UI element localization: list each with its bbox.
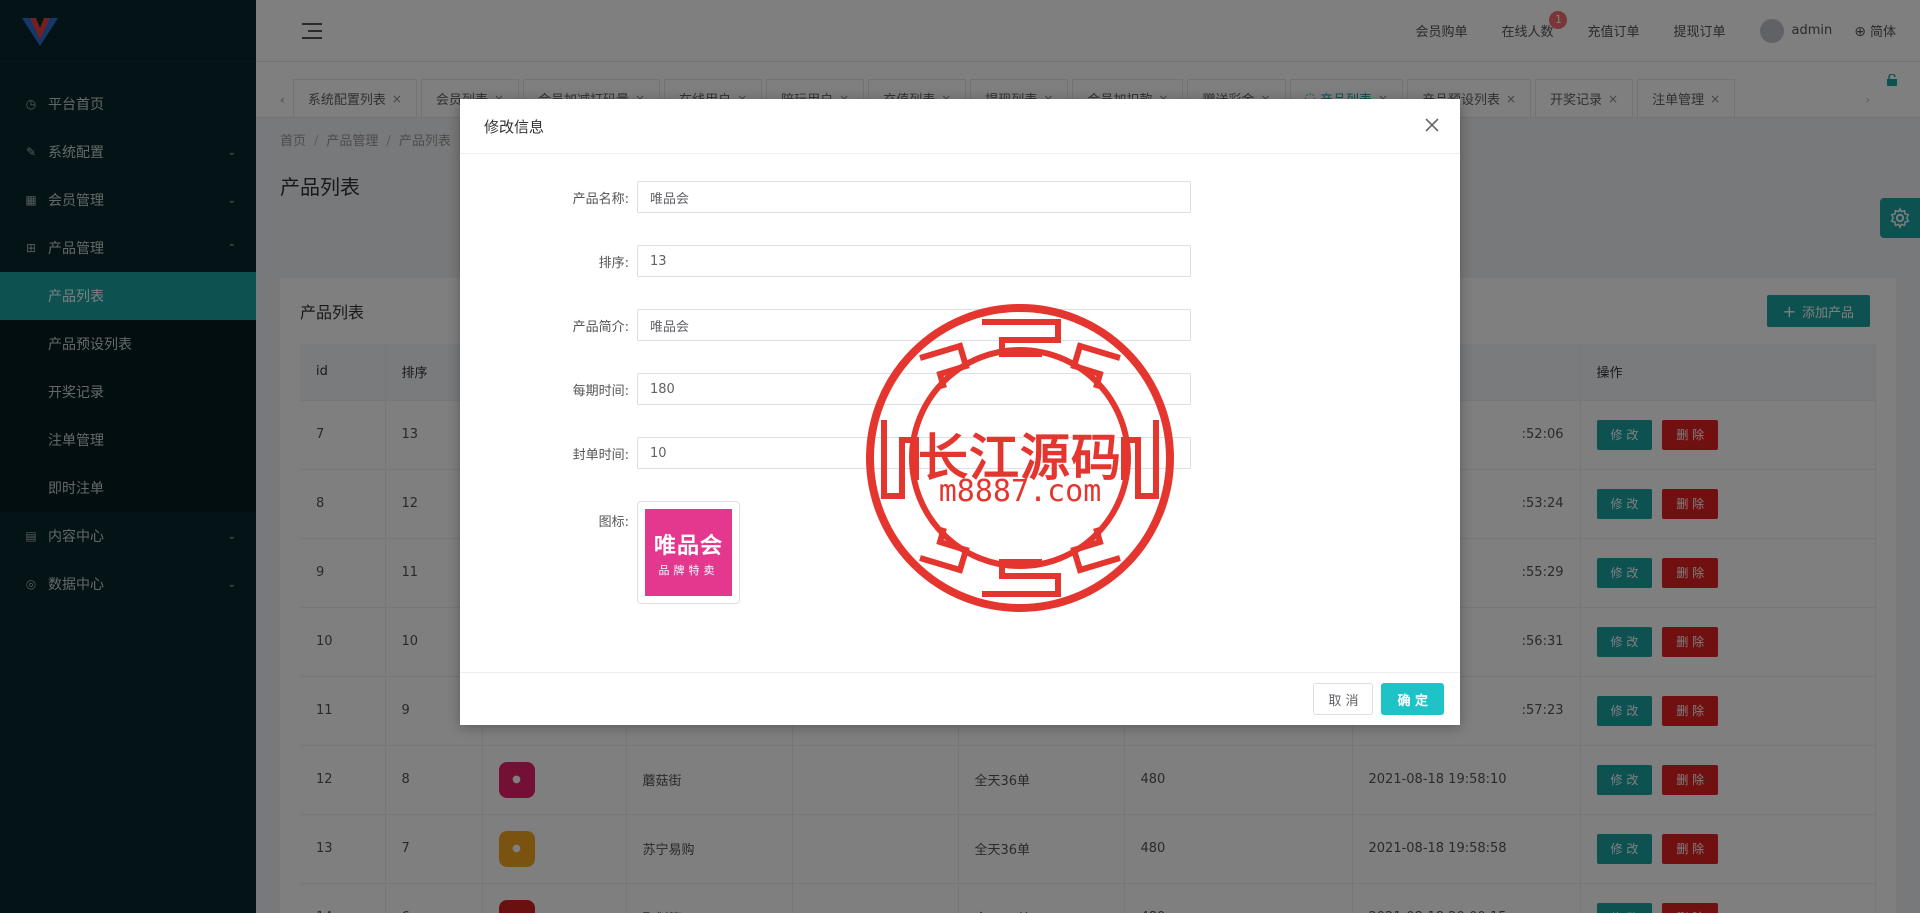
product-name-input[interactable]: 唯品会 — [637, 181, 1191, 213]
dialog-footer: 取 消 确 定 — [460, 672, 1460, 725]
sort-label: 排序: — [598, 255, 629, 271]
dialog-title: 修改信息 — [484, 117, 545, 136]
confirm-button[interactable]: 确 定 — [1381, 683, 1444, 715]
product-desc-label: 产品简介: — [572, 319, 629, 335]
seal-time-label: 封单时间: — [572, 447, 629, 463]
vipshop-logo-subtitle: 品牌特卖 — [658, 563, 719, 577]
watermark-url: m8887.com — [938, 474, 1102, 509]
vipshop-logo: 唯品会 品牌特卖 — [645, 509, 732, 596]
icon-label: 图标: — [598, 515, 629, 530]
period-time-label: 每期时间: — [572, 383, 629, 399]
form-row-name: 产品名称: 唯品会 — [460, 181, 1460, 213]
watermark-seal: 长江源码 m8887.com — [862, 300, 1178, 616]
form-row-sort: 排序: 13 — [460, 245, 1460, 277]
dialog-header: 修改信息 — [460, 99, 1460, 154]
cancel-button[interactable]: 取 消 — [1313, 683, 1374, 715]
sort-input[interactable]: 13 — [637, 245, 1191, 277]
icon-upload[interactable]: 唯品会 品牌特卖 — [637, 501, 740, 604]
close-icon[interactable] — [1424, 117, 1440, 133]
product-name-label: 产品名称: — [572, 191, 629, 207]
vipshop-logo-title: 唯品会 — [653, 533, 723, 559]
